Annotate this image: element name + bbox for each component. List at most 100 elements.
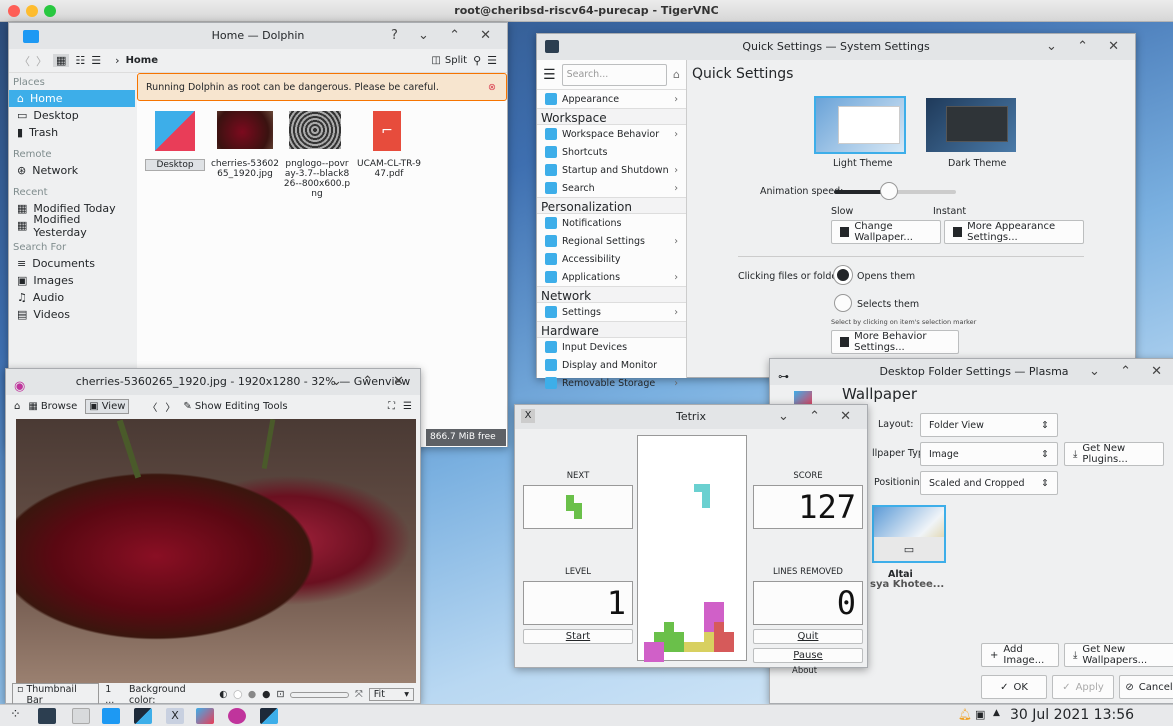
file-label[interactable]: UCAM-CL-TR-947.pdf [357,159,421,179]
task-files-icon[interactable] [72,708,90,724]
category-item[interactable]: Applications › [537,268,686,286]
about-button[interactable]: About [792,666,817,676]
task-settings-icon[interactable] [38,708,56,724]
category-item[interactable]: Settings › [537,303,686,321]
show-editing-tools-button[interactable]: ✎ Show Editing Tools [183,401,287,412]
more-behavior-button[interactable]: More Behavior Settings... [831,330,959,354]
search-icon[interactable]: ⚲ [473,54,481,67]
zoom-icon[interactable]: ⊡ [276,689,284,700]
task-tetrix-icon[interactable]: X [166,708,184,724]
more-appearance-button[interactable]: More Appearance Settings... [944,220,1084,244]
image-icon[interactable] [289,111,341,149]
selects-radio[interactable] [834,294,852,312]
category-item[interactable]: Display and Monitor [537,356,686,374]
category-item[interactable]: Removable Storage › [537,374,686,392]
wallpaper-thumbnail[interactable]: ▭ [872,505,946,563]
details-view-icon[interactable]: ☰ [91,54,101,67]
category-item[interactable]: Accessibility [537,250,686,268]
game-board[interactable] [637,435,747,662]
pdf-icon[interactable]: ⌐ [373,111,401,151]
application-launcher-icon[interactable]: ⁘ [10,707,21,722]
next-icon[interactable]: 〉 [165,399,175,414]
fit-icon[interactable]: ⤧ [355,689,363,700]
get-new-plugins-button[interactable]: ⤓ Get New Plugins... [1064,442,1164,466]
cancel-button[interactable]: ⊘ Cancel [1119,675,1173,699]
clipboard-icon[interactable]: ▣ [975,708,985,721]
window-controls[interactable]: ⌄ ⌃ ✕ [778,405,859,429]
image-icon[interactable] [217,111,273,149]
start-button[interactable]: Start [523,629,633,644]
sidebar-item-network[interactable]: ⊛ Network [9,162,135,179]
get-new-wallpapers-button[interactable]: ⤓ Get New Wallpapers... [1064,643,1173,667]
file-label[interactable]: Desktop [145,159,205,171]
color-picker-icon[interactable]: ◐ [219,689,227,700]
close-icon[interactable]: ⊗ [488,82,496,93]
sidebar-item-home[interactable]: ⌂ Home [9,90,135,107]
previous-icon[interactable]: 〈 [147,399,157,414]
window-controls[interactable]: ⌄ ⌃ ✕ [1089,359,1170,385]
sidebar-item-desktop[interactable]: ▭ Desktop [9,107,135,124]
close-icon[interactable] [8,5,20,17]
task-konsole-icon[interactable] [134,708,152,724]
browse-button[interactable]: ▦ Browse [28,401,77,412]
category-item[interactable]: Appearance › [537,90,686,108]
compact-view-icon[interactable]: ☷ [75,54,85,67]
category-item[interactable]: Regional Settings › [537,232,686,250]
ok-button[interactable]: ✓ OK [981,675,1047,699]
settings-search-input[interactable]: Search... [561,63,668,86]
sidebar-item-modified-yesterday[interactable]: ▦ Modified Yesterday [9,213,135,239]
task-gwenview-icon[interactable] [228,708,246,724]
clock[interactable]: 30 Jul 2021 13:56 [1010,707,1134,723]
zoom-slider[interactable] [290,691,350,698]
grey-circle-icon[interactable]: ● [248,689,256,700]
dark-theme-thumbnail[interactable] [926,98,1016,152]
opens-radio[interactable] [834,266,852,284]
zoom-select[interactable]: Fit ▾ [368,688,414,701]
split-button[interactable]: ◫ Split [431,55,467,66]
sidebar-item-documents[interactable]: ≡ Documents [9,255,135,272]
category-item[interactable]: Workspace Behavior › [537,125,686,143]
minimize-icon[interactable] [26,5,38,17]
wallpaper-type-select[interactable]: Image ⇕ [920,442,1058,466]
home-icon[interactable]: ⌂ [673,68,680,81]
image-canvas[interactable] [16,418,416,683]
folder-icon[interactable] [155,111,195,151]
window-controls[interactable]: ? ⌄ ⌃ ✕ [391,23,499,49]
file-label[interactable]: pnglogo--povray-3.7--black826--800x600.p… [283,159,351,199]
zoom-icon[interactable] [44,5,56,17]
task-dolphin-icon[interactable] [102,708,120,724]
view-button[interactable]: ▣ View [85,398,130,414]
notification-bell-icon[interactable]: 🔔︎ [958,708,972,721]
quit-button[interactable]: Quit [753,629,863,644]
breadcrumb[interactable]: Home [126,55,158,66]
fullscreen-icon[interactable]: ⛶ [388,401,395,412]
animation-slider[interactable] [834,182,956,200]
sidebar-item-images[interactable]: ▣ Images [9,272,135,289]
category-item[interactable]: Notifications [537,214,686,232]
thumbnail-bar-button[interactable]: ▫ Thumbnail Bar [12,682,100,707]
slider-handle[interactable] [879,182,898,200]
sidebar-item-trash[interactable]: ▮ Trash [9,124,135,141]
black-circle-icon[interactable]: ● [262,689,270,700]
back-icon[interactable]: 〈 [19,53,30,69]
category-item[interactable]: Search › [537,179,686,197]
apply-button[interactable]: ✓ Apply [1052,675,1114,699]
task-image-icon[interactable] [196,708,214,724]
layout-select[interactable]: Folder View ⇕ [920,413,1058,437]
window-controls[interactable]: ⌄ ⌃ ✕ [331,369,412,395]
folder-open-icon[interactable]: ▭ [874,537,944,561]
forward-icon[interactable]: 〉 [36,53,47,69]
tray-expand-icon[interactable]: ▲ [993,708,1000,718]
sidebar-item-videos[interactable]: ▤ Videos [9,306,135,323]
change-wallpaper-button[interactable]: Change Wallpaper... [831,220,941,244]
category-item[interactable]: Startup and Shutdown › [537,161,686,179]
pause-button[interactable]: Pause [753,648,863,663]
add-image-button[interactable]: + Add Image... [981,643,1059,667]
positioning-select[interactable]: Scaled and Cropped ⇕ [920,471,1058,495]
category-item[interactable]: Input Devices [537,338,686,356]
icons-view-icon[interactable]: ▦ [53,54,70,67]
menu-icon[interactable]: ☰ [487,54,497,67]
file-label[interactable]: cherries-5360265_1920.jpg [209,159,281,179]
white-circle-icon[interactable]: ● [234,689,242,700]
sidebar-item-audio[interactable]: ♫ Audio [9,289,135,306]
